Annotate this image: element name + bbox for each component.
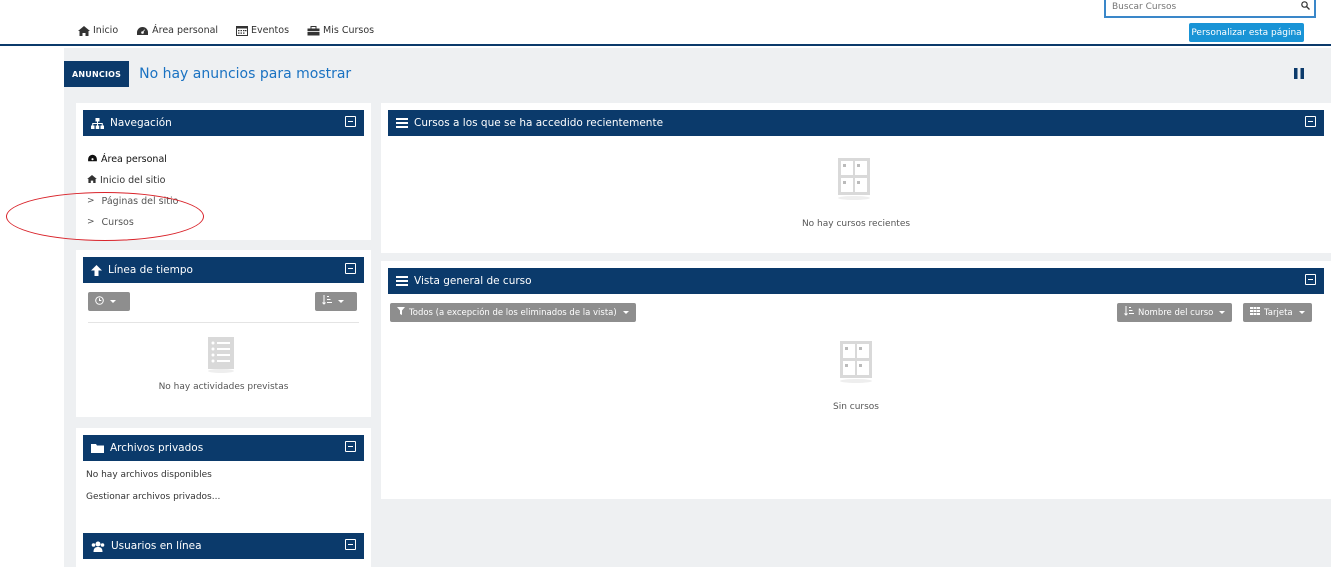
timeline-header: Línea de tiempo [83,257,364,283]
clock-icon [95,295,104,308]
nav-area-personal[interactable]: Área personal [136,25,218,36]
search-icon[interactable] [1301,1,1310,13]
navigation-title: Navegación [110,117,172,129]
sitemap-icon [91,117,104,129]
caret-down-icon [110,300,116,303]
customize-page-button[interactable]: Personalizar esta página [1189,23,1304,42]
collapse-icon[interactable] [345,263,356,274]
empty-courses-icon [840,341,872,386]
private-files-title: Archivos privados [110,442,204,454]
nav-eventos[interactable]: Eventos [236,25,289,36]
navigation-block: Navegación Área personal Inicio del siti… [76,103,371,240]
filter-icon [397,307,405,318]
course-overview-header: Vista general de curso [388,268,1324,294]
nav-area-personal-label: Área personal [152,25,219,36]
online-users-header: Usuarios en línea [83,533,364,559]
recent-courses-header: Cursos a los que se ha accedido reciente… [388,110,1324,136]
online-users-title: Usuarios en línea [111,540,202,552]
course-filter-button[interactable]: Todos (a excepción de los eliminados de … [390,303,636,322]
nav-eventos-label: Eventos [251,25,290,36]
collapse-icon[interactable] [345,441,356,452]
course-overview-title: Vista general de curso [414,275,532,287]
timeline-empty-text: No hay actividades previstas [158,382,289,392]
chevron-right-icon: > [87,196,95,206]
grid-icon [1250,307,1260,318]
nav-mis-cursos-label: Mis Cursos [323,25,375,36]
divider [88,322,359,323]
nav-tree-label: Cursos [101,217,134,228]
home-icon [78,25,90,36]
nav-mis-cursos[interactable]: Mis Cursos [307,25,374,36]
timeline-sort-button[interactable] [315,292,357,311]
page-content: ANUNCIOS No hay anuncios para mostrar Na… [64,48,1331,567]
course-filter-label: Todos (a excepción de los eliminados de … [409,307,617,318]
navigation-header: Navegación [83,110,364,136]
recent-courses-empty-text: No hay cursos recientes [801,219,911,229]
arrow-up-icon [91,264,102,276]
collapse-icon[interactable] [1305,274,1316,285]
users-icon [91,541,105,552]
collapse-icon[interactable] [345,539,356,550]
nav-tree-label: Área personal [101,154,167,165]
recent-courses-block: Cursos a los que se ha accedido reciente… [381,103,1331,253]
calendar-icon [236,25,249,36]
nav-tree-cursos[interactable]: > Cursos [87,212,178,233]
chevron-right-icon: > [87,217,95,227]
nav-tree-paginas-sitio[interactable]: > Páginas del sitio [87,191,178,212]
home-icon [87,170,97,191]
course-view-label: Tarjeta [1264,307,1293,318]
announcements-tag: ANUNCIOS [64,61,130,87]
nav-tree-label: Páginas del sitio [101,196,179,207]
course-view-button[interactable]: Tarjeta [1243,303,1312,322]
briefcase-icon [307,25,320,36]
recent-courses-title: Cursos a los que se ha accedido reciente… [414,117,664,129]
course-search [1104,0,1316,18]
list-icon [396,276,408,286]
course-overview-empty-text: Sin cursos [832,402,879,412]
manage-private-files-link[interactable]: Gestionar archivos privados... [86,492,220,502]
empty-courses-icon [838,158,870,203]
empty-activities-icon [208,337,234,376]
top-navbar: Inicio Área personal Eventos Mis Cursos … [0,0,1331,46]
course-sort-button[interactable]: Nombre del curso [1117,303,1233,322]
caret-down-icon [622,311,629,314]
list-icon [396,118,408,128]
announcements-text: No hay anuncios para mostrar [139,66,352,82]
nav-inicio-label: Inicio [93,25,119,36]
online-users-block: Usuarios en línea [76,526,371,567]
nav-inicio[interactable]: Inicio [78,25,118,36]
private-files-empty-text: No hay archivos disponibles [86,470,212,480]
search-input[interactable] [1106,0,1291,14]
collapse-icon[interactable] [345,116,356,127]
announcements-bar: ANUNCIOS No hay anuncios para mostrar [64,61,351,87]
private-files-header: Archivos privados [83,435,364,461]
timeline-filter-button[interactable] [88,292,130,311]
timeline-title: Línea de tiempo [108,264,193,276]
dashboard-icon [87,149,98,170]
timeline-block: Línea de tiempo No hay actividades previ… [76,250,371,417]
dashboard-icon [136,26,149,36]
primary-nav: Inicio Área personal Eventos Mis Cursos [78,25,374,36]
caret-down-icon [1219,311,1226,314]
navigation-tree: Área personal Inicio del sitio > Páginas… [87,149,178,233]
nav-tree-inicio-sitio[interactable]: Inicio del sitio [87,170,178,191]
pause-icon[interactable] [1294,68,1304,82]
sort-icon [1124,306,1134,319]
caret-down-icon [1298,311,1305,314]
sort-icon [322,295,332,308]
collapse-icon[interactable] [1305,116,1316,127]
nav-tree-area-personal[interactable]: Área personal [87,149,178,170]
course-sort-label: Nombre del curso [1138,307,1214,318]
folder-icon [91,443,104,453]
course-overview-block: Vista general de curso Todos (a excepció… [381,261,1331,499]
nav-tree-label: Inicio del sitio [100,175,166,186]
caret-down-icon [338,300,344,303]
